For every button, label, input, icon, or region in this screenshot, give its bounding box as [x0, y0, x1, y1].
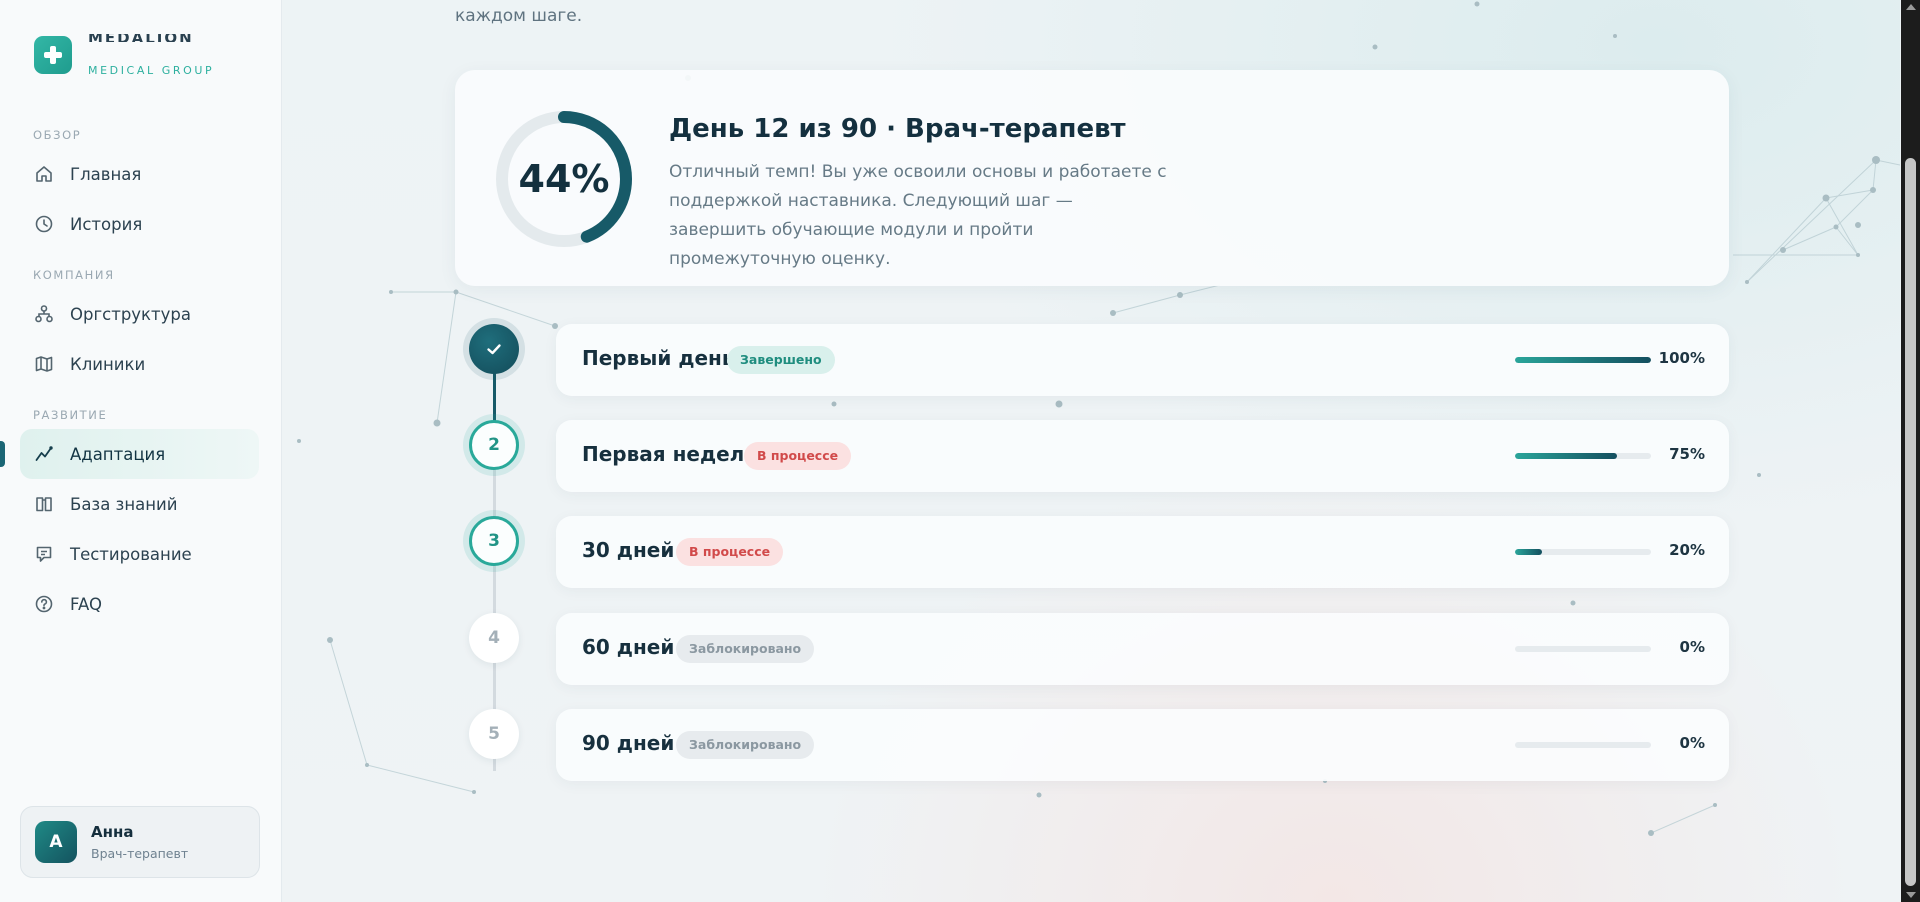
sidebar-item-adaptation[interactable]: Адаптация	[20, 429, 259, 479]
org-structure-icon	[35, 305, 53, 323]
progress-percent-label: 100%	[1658, 349, 1705, 367]
map-icon	[35, 356, 53, 372]
status-badge: В процессе	[744, 442, 852, 470]
stage-card-90-days[interactable]: 90 дней Заблокировано 0%	[556, 709, 1729, 781]
sidebar-item-clinics[interactable]: Клиники	[20, 339, 259, 389]
user-card[interactable]: A Анна Врач-терапевт	[20, 806, 260, 878]
progress-percent-label: 20%	[1669, 541, 1705, 559]
progress-percent-label: 0%	[1679, 734, 1705, 752]
status-badge: В процессе	[676, 538, 784, 566]
progress-bar	[1515, 357, 1651, 363]
stage-card-30-days[interactable]: 30 дней В процессе 20%	[556, 516, 1729, 588]
stage-title: 60 дней	[582, 635, 675, 659]
progress-bar	[1515, 646, 1651, 652]
status-badge: Завершено	[727, 346, 835, 374]
stage-title: Первая неделя	[582, 442, 758, 466]
brand-name: MEDALION	[88, 34, 216, 42]
trend-icon	[35, 446, 53, 461]
progress-bar	[1515, 549, 1651, 555]
timeline-node-5: 5	[469, 709, 519, 759]
sidebar-item-label: Оргструктура	[70, 304, 191, 324]
timeline-node-1	[469, 324, 519, 374]
user-role: Врач-терапевт	[91, 846, 189, 861]
timeline-node-4: 4	[469, 613, 519, 663]
sidebar-item-label: Главная	[70, 164, 142, 184]
stage-title: 30 дней	[582, 538, 675, 562]
main-content: каждом шаге. 44% День 12 из 90 · Врач-те…	[283, 0, 1900, 902]
timeline-node-2: 2	[469, 420, 519, 470]
section-label-overview: ОБЗОР	[33, 128, 82, 142]
progress-bar-fill	[1515, 453, 1617, 459]
brand-subtitle: MEDICAL GROUP	[88, 64, 215, 77]
status-badge: Заблокировано	[676, 635, 815, 663]
progress-card: 44% День 12 из 90 · Врач-терапевт Отличн…	[455, 70, 1729, 286]
progress-bar-fill	[1515, 549, 1543, 555]
progress-bar	[1515, 742, 1651, 748]
sidebar-item-home[interactable]: Главная	[20, 149, 259, 199]
progress-description: Отличный темп! Вы уже освоили основы и р…	[669, 162, 1167, 269]
progress-percent-label: 0%	[1679, 638, 1705, 656]
intro-text: каждом шаге.	[455, 6, 583, 26]
stage-card-first-day[interactable]: Первый день Завершено 100%	[556, 324, 1729, 396]
check-icon	[487, 344, 501, 355]
user-name: Анна	[91, 823, 134, 841]
progress-bar	[1515, 453, 1651, 459]
stage-title: 90 дней	[582, 731, 675, 755]
scroll-up-icon[interactable]	[1906, 4, 1916, 10]
sidebar: MEDALION MEDICAL GROUP ОБЗОР Главная Ист…	[0, 0, 282, 902]
sidebar-item-knowledge-base[interactable]: База знаний	[20, 479, 259, 529]
home-icon	[36, 166, 52, 182]
progress-bar-fill	[1515, 357, 1651, 363]
stage-card-first-week[interactable]: Первая неделя В процессе 75%	[556, 420, 1729, 492]
section-label-development: РАЗВИТИЕ	[33, 408, 108, 422]
progress-title: День 12 из 90 · Врач-терапевт	[669, 114, 1126, 144]
sidebar-item-label: FAQ	[70, 594, 102, 614]
book-icon	[36, 497, 52, 512]
sidebar-item-faq[interactable]: FAQ	[20, 579, 259, 629]
scrollbar[interactable]	[1901, 0, 1920, 902]
sidebar-item-label: Клиники	[70, 354, 146, 374]
sidebar-item-label: История	[70, 214, 143, 234]
active-indicator	[0, 441, 5, 467]
section-label-company: КОМПАНИЯ	[33, 268, 115, 282]
scroll-thumb[interactable]	[1905, 158, 1916, 886]
progress-percent-label: 75%	[1669, 445, 1705, 463]
sidebar-item-testing[interactable]: Тестирование	[20, 529, 259, 579]
help-icon	[35, 595, 53, 613]
sidebar-item-history[interactable]: История	[20, 199, 259, 249]
clock-icon	[35, 215, 53, 233]
scroll-down-icon[interactable]	[1906, 892, 1916, 898]
avatar: A	[35, 821, 77, 863]
timeline-node-3: 3	[469, 516, 519, 566]
stage-title: Первый день	[582, 346, 735, 370]
sidebar-item-org-structure[interactable]: Оргструктура	[20, 289, 259, 339]
plus-logo-icon	[34, 36, 72, 74]
progress-percent: 44%	[518, 157, 610, 201]
sidebar-item-label: База знаний	[70, 494, 178, 514]
sidebar-item-label: Адаптация	[70, 444, 166, 464]
stage-card-60-days[interactable]: 60 дней Заблокировано 0%	[556, 613, 1729, 685]
sidebar-item-label: Тестирование	[70, 544, 192, 564]
test-icon	[36, 546, 52, 562]
logo[interactable]: MEDALION MEDICAL GROUP	[34, 34, 216, 77]
status-badge: Заблокировано	[676, 731, 815, 759]
